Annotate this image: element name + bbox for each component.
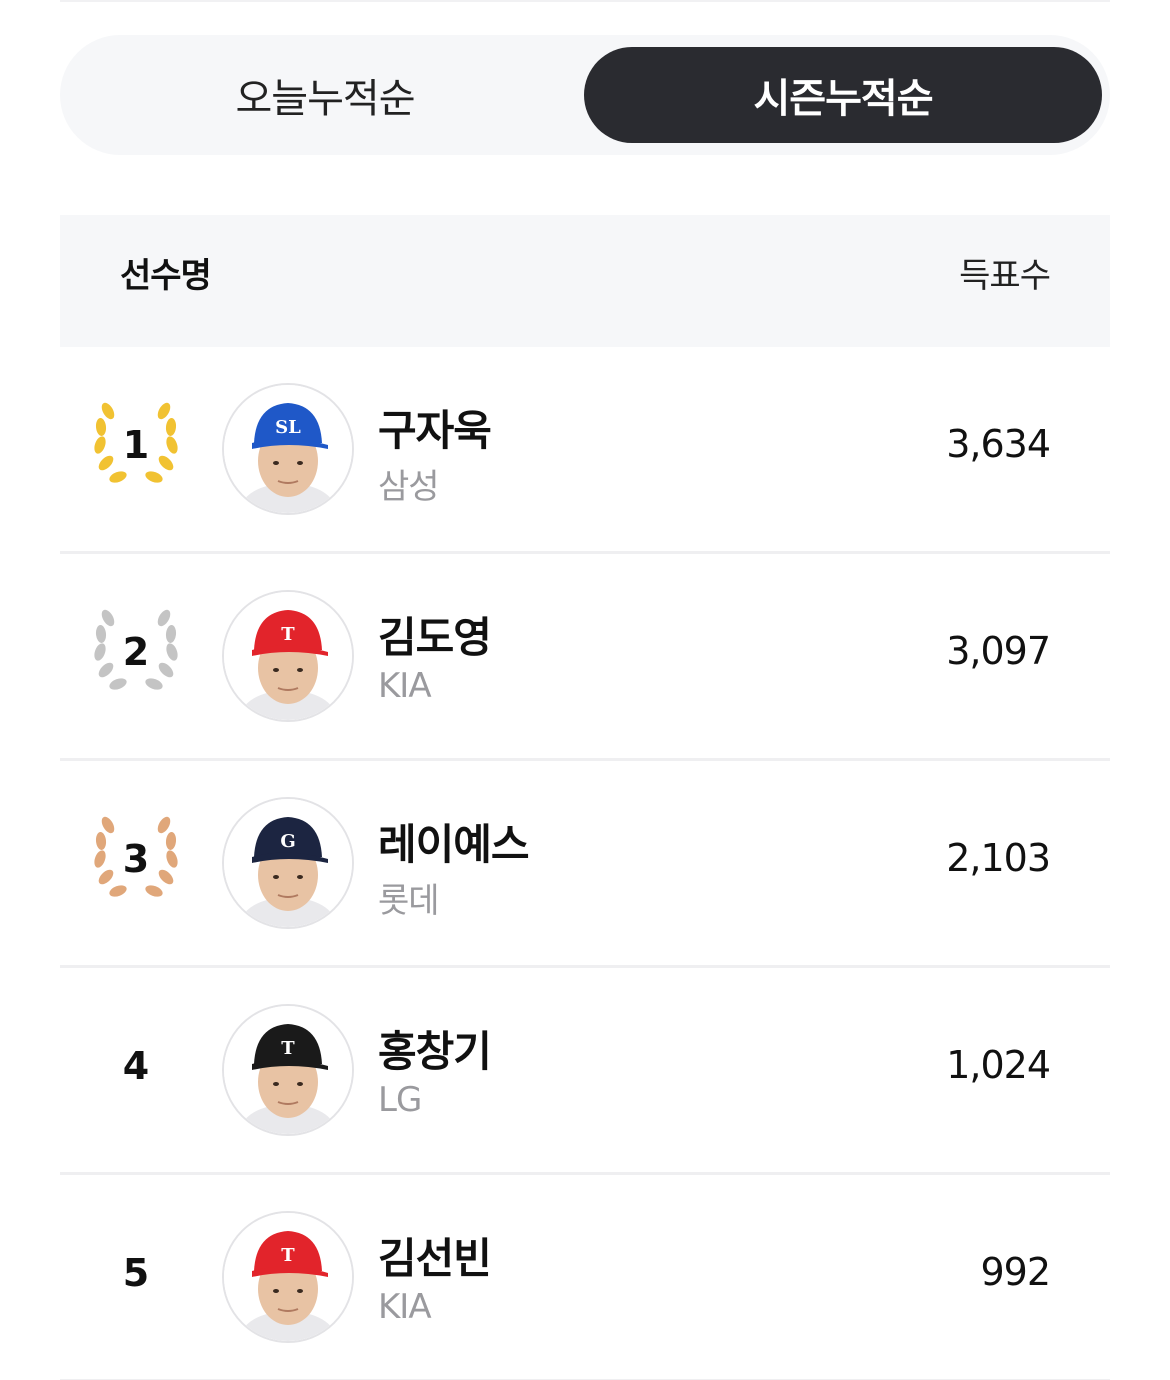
player-name: 구자욱 (378, 406, 492, 455)
player-name: 레이예스 (378, 820, 530, 869)
vote-count: 3,634 (946, 422, 1051, 466)
rank-badge: 4 (88, 1018, 184, 1114)
vote-count: 992 (980, 1250, 1051, 1294)
player-name: 홍창기 (378, 1027, 492, 1076)
player-photo-icon: G (224, 799, 352, 927)
ranking-row[interactable]: 4 T 홍창기 LG 1,024 (60, 968, 1110, 1175)
player-avatar: G (222, 797, 354, 929)
player-team: KIA (378, 666, 432, 706)
column-header-votes: 득표수 (959, 256, 1051, 296)
player-avatar: T (222, 1004, 354, 1136)
rank-number: 2 (122, 630, 150, 674)
player-name: 김선빈 (378, 1234, 492, 1283)
player-avatar: T (222, 1211, 354, 1343)
vote-count: 3,097 (946, 629, 1051, 673)
table-header: 선수명 득표수 (60, 215, 1110, 347)
rank-number: 1 (122, 423, 150, 467)
player-photo-icon: T (224, 1006, 352, 1134)
svg-text:T: T (281, 1245, 295, 1266)
rank-badge: 1 (88, 397, 184, 493)
ranking-row[interactable]: 1 SL 구자욱삼성 3,634 (60, 347, 1110, 554)
rank-number: 4 (122, 1044, 150, 1088)
tab-season-cumulative[interactable]: 시즌누적순 (584, 47, 1102, 143)
player-photo-icon: SL (224, 385, 352, 513)
player-photo-icon: T (224, 1213, 352, 1341)
player-team: KIA (378, 1287, 432, 1327)
vote-count: 1,024 (946, 1043, 1051, 1087)
rank-badge: 2 (88, 604, 184, 700)
top-divider (60, 0, 1110, 2)
ranking-row[interactable]: 3 G 레이예스롯데 2,103 (60, 761, 1110, 968)
player-team: 삼성 (378, 467, 440, 507)
sort-tabs: 오늘누적순 시즌누적순 (60, 35, 1110, 155)
player-avatar: SL (222, 383, 354, 515)
rank-number: 3 (122, 837, 150, 881)
rank-badge: 5 (88, 1225, 184, 1321)
ranking-list: 1 SL 구자욱 삼성 3,634 2 T 김도영 KIA 3,097 3 G 레이예스 롯데… (60, 347, 1110, 1380)
player-team: 롯데 (378, 881, 440, 921)
ranking-row[interactable]: 2 T 김도영 KIA 3,097 (60, 554, 1110, 761)
player-photo-icon: T (224, 592, 352, 720)
player-name: 김도영 (378, 613, 492, 662)
svg-text:SL: SL (275, 417, 301, 438)
svg-text:T: T (281, 624, 295, 645)
ranking-row[interactable]: 5 T 김선빈 KIA 992 (60, 1175, 1110, 1380)
player-avatar: T (222, 590, 354, 722)
tab-today-cumulative[interactable]: 오늘누적순 (72, 47, 578, 143)
ranking-page: 오늘누적순 시즌누적순 선수명 득표수 1 SL 구자욱삼성 3,634 2 T 김… (0, 0, 1170, 1380)
rank-number: 5 (122, 1251, 150, 1295)
column-header-player-name: 선수명 (120, 256, 212, 296)
svg-text:T: T (281, 1038, 295, 1059)
rank-badge: 3 (88, 811, 184, 907)
vote-count: 2,103 (946, 836, 1051, 880)
svg-text:G: G (280, 831, 295, 852)
player-team: LG (378, 1080, 422, 1120)
